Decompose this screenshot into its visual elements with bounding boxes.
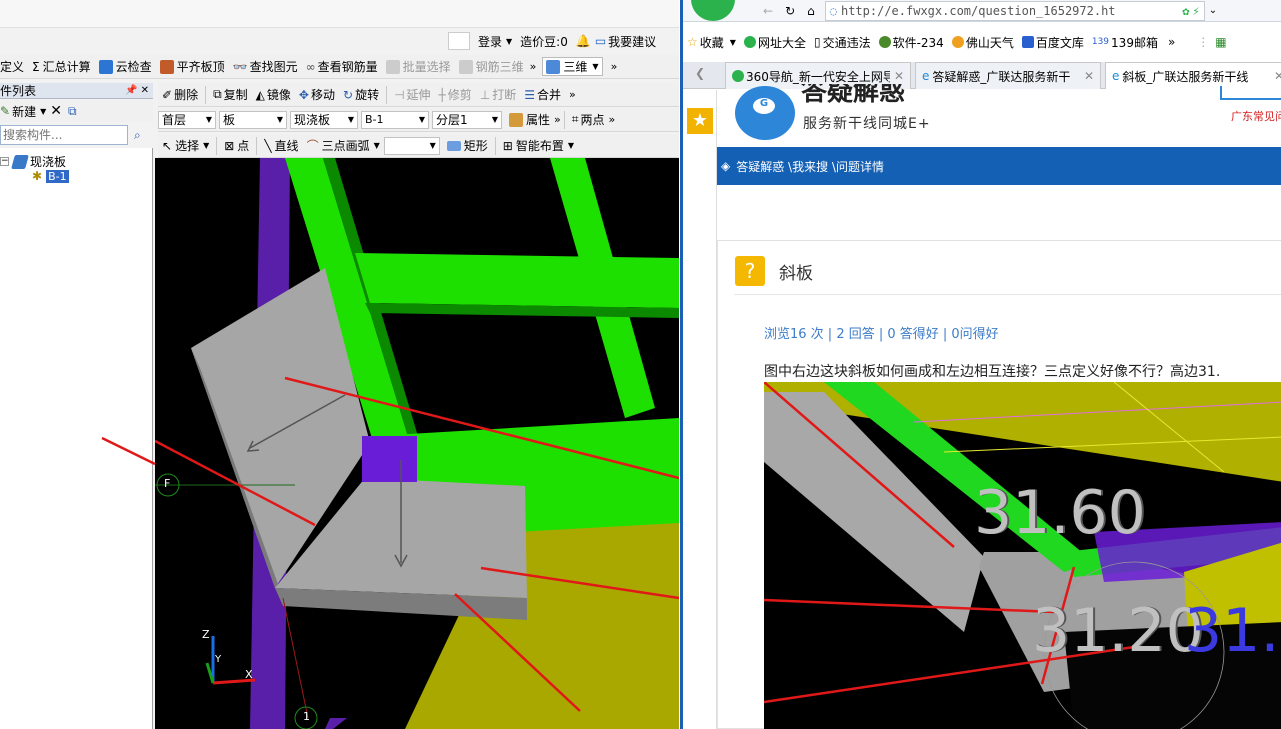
bookmark-label: 收藏 xyxy=(699,35,724,50)
baidu-icon xyxy=(1021,36,1034,48)
mascot-badge: G xyxy=(753,98,775,114)
divider xyxy=(734,294,1281,295)
tab-label: 答疑解惑_广联达服务新干 xyxy=(932,69,1071,84)
chevron-down-icon: ▼ xyxy=(729,37,736,47)
bookmark-label: 139邮箱 xyxy=(1111,35,1158,50)
header-right-link[interactable]: 广东常见问 xyxy=(1231,108,1281,124)
bookmark-item[interactable]: ▯ 交通违法 xyxy=(814,34,871,51)
globe-icon: ◌ xyxy=(829,3,837,18)
question-title: 斜板 xyxy=(779,263,813,284)
close-icon[interactable]: ✕ xyxy=(1084,69,1094,83)
elevation-label-high: 31.60 xyxy=(974,478,1146,548)
ie-icon: e xyxy=(922,69,930,83)
red-annotation-arrow xyxy=(101,436,156,466)
bookmark-label: 佛山天气 xyxy=(965,35,1014,50)
site-icon xyxy=(878,36,891,48)
url-field[interactable]: ◌ http://e.fwxgx.com/question_1652972.ht ✿… xyxy=(824,0,1205,21)
question-image-scene xyxy=(764,382,1281,729)
cad-application-window: 登录 ▼ 造价豆:0 🔔 ▭ 我要建议 定义 Σ 汇总计算 云检查 平齐板顶 👓 查找… xyxy=(0,0,679,729)
question-icon: ? xyxy=(735,256,765,286)
address-bar-row: ← ↻ ⌂ ◌ http://e.fwxgx.com/question_16529… xyxy=(683,0,1281,22)
bookmark-label: 交通违法 xyxy=(822,35,871,50)
lightning-icon: ⚡ xyxy=(1192,3,1200,18)
refresh-icon[interactable]: ↻ xyxy=(785,4,795,18)
weather-icon xyxy=(951,36,964,48)
browser-window: ← ↻ ⌂ ◌ http://e.fwxgx.com/question_16529… xyxy=(680,0,1281,729)
tab-scroll-left-icon[interactable]: ❮ xyxy=(695,66,705,80)
star-icon: ☆ xyxy=(687,35,698,49)
back-icon[interactable]: ← xyxy=(763,4,773,18)
mail-icon: 139 xyxy=(1091,37,1110,47)
favorite-star-icon[interactable]: ★ xyxy=(687,108,713,134)
bookmark-item[interactable]: 139 139邮箱 xyxy=(1092,34,1158,51)
bookmark-label: 百度文库 xyxy=(1035,35,1084,50)
tab-label: 斜板_广联达服务新干线 xyxy=(1122,69,1249,84)
breadcrumb[interactable]: 答疑解惑 \我来搜 \问题详情 xyxy=(736,158,884,175)
bookmark-item[interactable]: 百度文库 xyxy=(1021,34,1084,51)
browser-logo-icon[interactable] xyxy=(691,0,735,21)
header-decor xyxy=(1220,86,1281,100)
chevron-down-icon[interactable]: ⌄ xyxy=(1209,5,1217,16)
bookmarks-bar: ☆ 收藏 ▼ 网址大全 ▯ 交通违法 软件-234 佛山天气 百度文库 139 139邮… xyxy=(687,32,1227,52)
elevation-label-low-overlap: 31. xyxy=(1184,596,1280,666)
tab-label: 360导航_新一代安全上网导 xyxy=(746,69,890,84)
bookmark-item[interactable]: 软件-234 xyxy=(878,34,944,51)
question-text: 图中右边这块斜板如何画成和左边相互连接？三点定义好像不行？高边31. xyxy=(764,364,1221,380)
breadcrumb-bar: ◈ 答疑解惑 \我来搜 \问题详情 xyxy=(717,147,1281,185)
home-icon[interactable]: ⌂ xyxy=(807,4,815,18)
menu-dots-icon[interactable]: ⋮ xyxy=(1197,35,1209,49)
site-title: 答疑解惑 xyxy=(801,84,906,106)
ie-icon: e xyxy=(1112,69,1120,83)
elevation-label-low: 31.20 xyxy=(1032,596,1204,666)
overflow-chevron-icon[interactable]: » xyxy=(1168,35,1175,49)
url-text: http://e.fwxgx.com/question_1652972.ht xyxy=(840,3,1116,18)
site-icon xyxy=(732,70,744,82)
bookmark-favorites[interactable]: ☆ 收藏 ▼ xyxy=(687,34,736,51)
question-header: ? 斜板 xyxy=(735,256,813,286)
site-icon xyxy=(743,36,756,48)
question-stats[interactable]: 浏览16 次 | 2 回答 | 0 答得好 | 0问得好 xyxy=(764,323,999,342)
page-icon: ▯ xyxy=(813,35,821,49)
close-icon[interactable]: ✕ xyxy=(894,69,904,83)
annotation-overlay xyxy=(101,436,156,466)
tab-slope-slab[interactable]: e斜板_广联达服务新干线 ✕ xyxy=(1105,62,1281,89)
tab-qa[interactable]: e 答疑解惑_广联达服务新干 ✕ xyxy=(915,62,1101,89)
side-strip xyxy=(683,90,717,729)
apps-icon[interactable]: ▦ xyxy=(1215,35,1226,49)
site-subtitle: 服务新干线同城E+ xyxy=(803,116,931,132)
close-icon[interactable]: ✕ xyxy=(1274,69,1281,83)
bookmark-item[interactable]: 网址大全 xyxy=(743,34,806,51)
bookmark-item[interactable]: 佛山天气 xyxy=(951,34,1014,51)
bookmark-label: 软件-234 xyxy=(892,35,944,50)
location-pin-icon: ◈ xyxy=(721,159,731,173)
question-image: 31.60 31.20 31. xyxy=(764,382,1281,729)
secure-icon: ✿ xyxy=(1182,3,1190,18)
bookmark-label: 网址大全 xyxy=(757,35,806,50)
